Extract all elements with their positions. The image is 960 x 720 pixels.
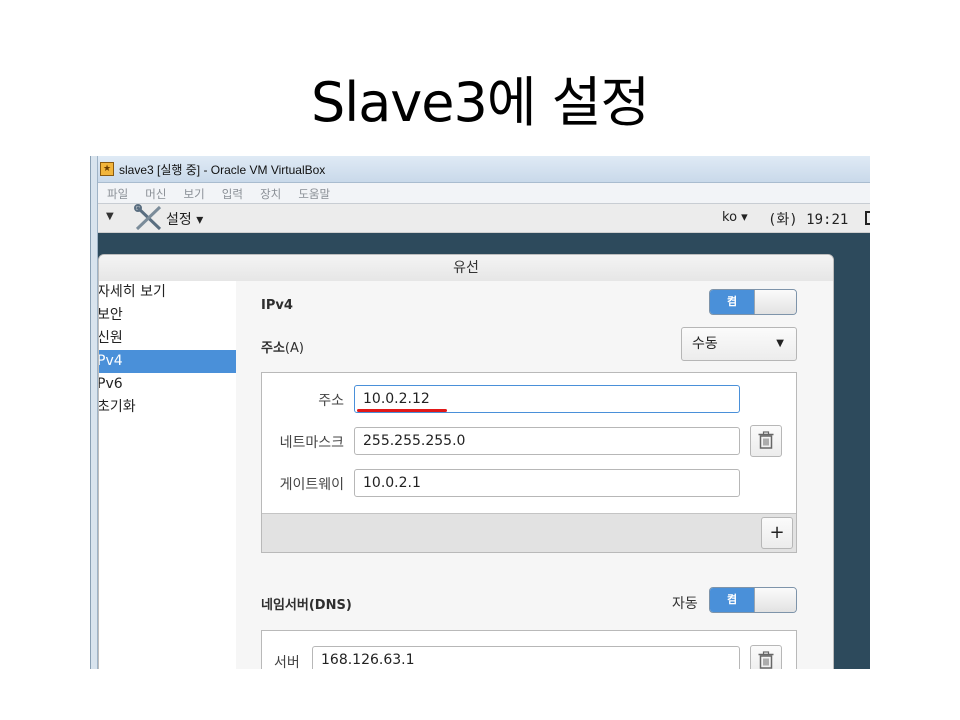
settings-sidebar: 자세히 보기 보안 신원 Pv4 Pv6 초기화: [99, 281, 237, 669]
ipv4-toggle[interactable]: 켬: [709, 289, 797, 315]
add-address-button[interactable]: +: [761, 517, 793, 549]
address-panel: 주소 10.0.2.12 네트마스크 255.255.255.0 게이트웨이 1: [261, 372, 797, 553]
netmask-field-label: 네트마스크: [279, 435, 344, 451]
delete-dns-button[interactable]: [750, 645, 782, 669]
sidebar-item-identity[interactable]: 신원: [99, 327, 236, 350]
dns-heading: 네임서버(DNS): [261, 594, 352, 613]
address-panel-toolbar: +: [262, 513, 796, 552]
window-border: [90, 156, 98, 669]
chevron-down-icon: ▼: [776, 338, 784, 349]
menu-input[interactable]: 입력: [222, 184, 243, 204]
settings-tools-icon: [134, 204, 162, 231]
ipv4-settings-pane: IPv4 켬 주소(A) 수동 ▼ 주소 10.0.2.12 네트마스크 255…: [236, 281, 833, 669]
gnome-top-bar: ▼ 설정 ▾ ko ▾ (화) 19:21: [98, 204, 870, 233]
input-language-indicator[interactable]: ko ▾: [722, 210, 748, 225]
address-method-label: 주소(A): [261, 337, 304, 356]
annotation-underline: [357, 409, 447, 412]
address-method-label-main: 주소: [261, 341, 285, 356]
menu-devices[interactable]: 장치: [260, 184, 281, 204]
delete-address-button[interactable]: [750, 425, 782, 457]
address-field-label: 주소: [318, 393, 344, 409]
menu-view[interactable]: 보기: [184, 184, 205, 204]
wired-settings-dialog: 유선 자세히 보기 보안 신원 Pv4 Pv6 초기화 IPv4 켬 주소(A)…: [98, 254, 834, 669]
menu-machine[interactable]: 머신: [145, 184, 166, 204]
dns-server-label: 서버: [274, 655, 300, 669]
window-title: slave3 [실행 중] - Oracle VM VirtualBox: [119, 163, 326, 177]
activities-arrow-icon[interactable]: ▼: [106, 211, 114, 222]
address-method-label-accel: (A): [284, 341, 304, 356]
ipv4-toggle-knob: [754, 290, 796, 314]
trash-icon: [758, 431, 774, 449]
dns-server-input[interactable]: 168.126.63.1: [312, 646, 740, 669]
dns-toggle-on-label: 켬: [710, 588, 754, 612]
dns-auto-label: 자동: [672, 596, 698, 612]
menu-file[interactable]: 파일: [107, 184, 128, 204]
dns-heading-main: 네임서버: [261, 598, 309, 613]
gateway-input[interactable]: 10.0.2.1: [354, 469, 740, 497]
system-menu-icon[interactable]: [865, 211, 870, 225]
dns-toggle-knob: [754, 588, 796, 612]
virtualbox-window: ★ slave3 [실행 중] - Oracle VM VirtualBox 파…: [90, 156, 870, 669]
sidebar-item-security[interactable]: 보안: [99, 304, 236, 327]
ipv4-toggle-on-label: 켬: [710, 290, 754, 314]
dns-heading-suffix: (DNS): [308, 598, 352, 613]
virtualbox-icon: ★: [100, 162, 114, 176]
vm-menubar: 파일 머신 보기 입력 장치 도움말: [98, 183, 870, 204]
dns-panel: 서버 168.126.63.1: [261, 630, 797, 669]
dns-auto-toggle[interactable]: 켬: [709, 587, 797, 613]
address-method-value: 수동: [692, 336, 718, 352]
clock[interactable]: (화) 19:21: [768, 209, 848, 229]
dialog-title: 유선: [99, 255, 833, 282]
sidebar-item-ipv4[interactable]: Pv4: [99, 350, 236, 373]
sidebar-item-reset[interactable]: 초기화: [99, 396, 236, 419]
menu-help[interactable]: 도움말: [298, 184, 330, 204]
slide-title: Slave3에 설정: [310, 71, 650, 134]
window-titlebar[interactable]: ★ slave3 [실행 중] - Oracle VM VirtualBox: [98, 156, 870, 183]
ipv4-heading: IPv4: [261, 298, 293, 313]
app-menu-settings[interactable]: 설정 ▾: [166, 209, 203, 229]
netmask-input[interactable]: 255.255.255.0: [354, 427, 740, 455]
sidebar-item-details[interactable]: 자세히 보기: [99, 281, 236, 304]
gateway-field-label: 게이트웨이: [279, 477, 344, 493]
trash-icon: [758, 651, 774, 669]
sidebar-item-ipv6[interactable]: Pv6: [99, 373, 236, 396]
address-method-dropdown[interactable]: 수동 ▼: [681, 327, 797, 361]
